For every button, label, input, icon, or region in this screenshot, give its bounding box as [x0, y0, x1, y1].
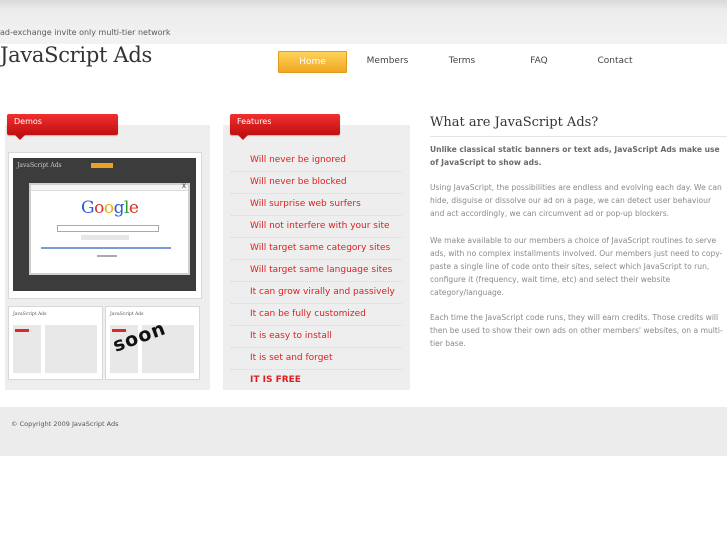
- close-icon: X: [181, 183, 186, 190]
- thumb-title: JavaScript Ads: [110, 312, 144, 317]
- feature-item: Will surprise web surfers: [231, 194, 402, 216]
- demo-screenshot-page: JavaScript Ads X Google: [13, 158, 196, 291]
- demo-screenshot[interactable]: JavaScript Ads X Google: [8, 152, 202, 299]
- demo-links: [41, 247, 171, 249]
- demo-popup-window: X Google: [29, 183, 190, 275]
- feature-item: It can grow virally and passively: [231, 282, 402, 304]
- article-divider: [430, 136, 727, 137]
- demo-search-box: [57, 225, 159, 232]
- site-tagline: ad-exchange invite only multi-tier netwo…: [0, 28, 171, 37]
- nav-home[interactable]: Home: [278, 51, 347, 73]
- nav-faq[interactable]: FAQ: [505, 51, 573, 71]
- article-intro: Unlike classical static banners or text …: [430, 145, 720, 167]
- feature-item: Will never be blocked: [231, 172, 402, 194]
- copyright-text: © Copyright 2009 JavaScript Ads: [11, 420, 119, 428]
- article-paragraph: We make available to our members a choic…: [430, 236, 723, 297]
- nav-terms[interactable]: Terms: [428, 51, 496, 71]
- feature-item-free: IT IS FREE: [250, 375, 301, 385]
- features-list: Will never be ignored Will never be bloc…: [231, 150, 402, 391]
- feature-item: It is easy to install: [231, 326, 402, 348]
- footer: © Copyright 2009 JavaScript Ads: [0, 407, 727, 456]
- article-paragraph: Each time the JavaScript code runs, they…: [430, 313, 723, 348]
- feature-item: It is set and forget: [231, 348, 402, 370]
- thumb-column: [45, 325, 97, 373]
- demo-footer-text: [97, 255, 117, 257]
- nav-members[interactable]: Members: [350, 51, 425, 71]
- thumb-title: JavaScript Ads: [13, 312, 47, 317]
- nav-contact[interactable]: Contact: [581, 51, 649, 71]
- article-title: What are JavaScript Ads?: [430, 115, 599, 130]
- features-tab: Features: [230, 114, 340, 140]
- site-title[interactable]: JavaScript Ads: [0, 43, 152, 67]
- feature-item: Will not interfere with your site: [231, 216, 402, 238]
- feature-item: Will target same language sites: [231, 260, 402, 282]
- thumb-accent: [15, 329, 29, 332]
- google-logo: Google: [81, 198, 139, 218]
- article-paragraph: Using JavaScript, the possibilities are …: [430, 183, 722, 218]
- thumb-column: [13, 325, 41, 373]
- feature-item: Will target same category sites: [231, 238, 402, 260]
- demo-screenshot-nav: [91, 163, 113, 168]
- demo-thumbnail-1[interactable]: JavaScript Ads: [8, 306, 103, 380]
- demo-screenshot-title: JavaScript Ads: [17, 162, 62, 169]
- demo-popup-bar: [31, 185, 188, 191]
- feature-item: It can be fully customized: [231, 304, 402, 326]
- header-band: [0, 0, 727, 44]
- feature-item: Will never be ignored: [231, 150, 402, 172]
- demos-tab: Demos: [7, 114, 118, 140]
- demo-search-buttons: [81, 235, 129, 240]
